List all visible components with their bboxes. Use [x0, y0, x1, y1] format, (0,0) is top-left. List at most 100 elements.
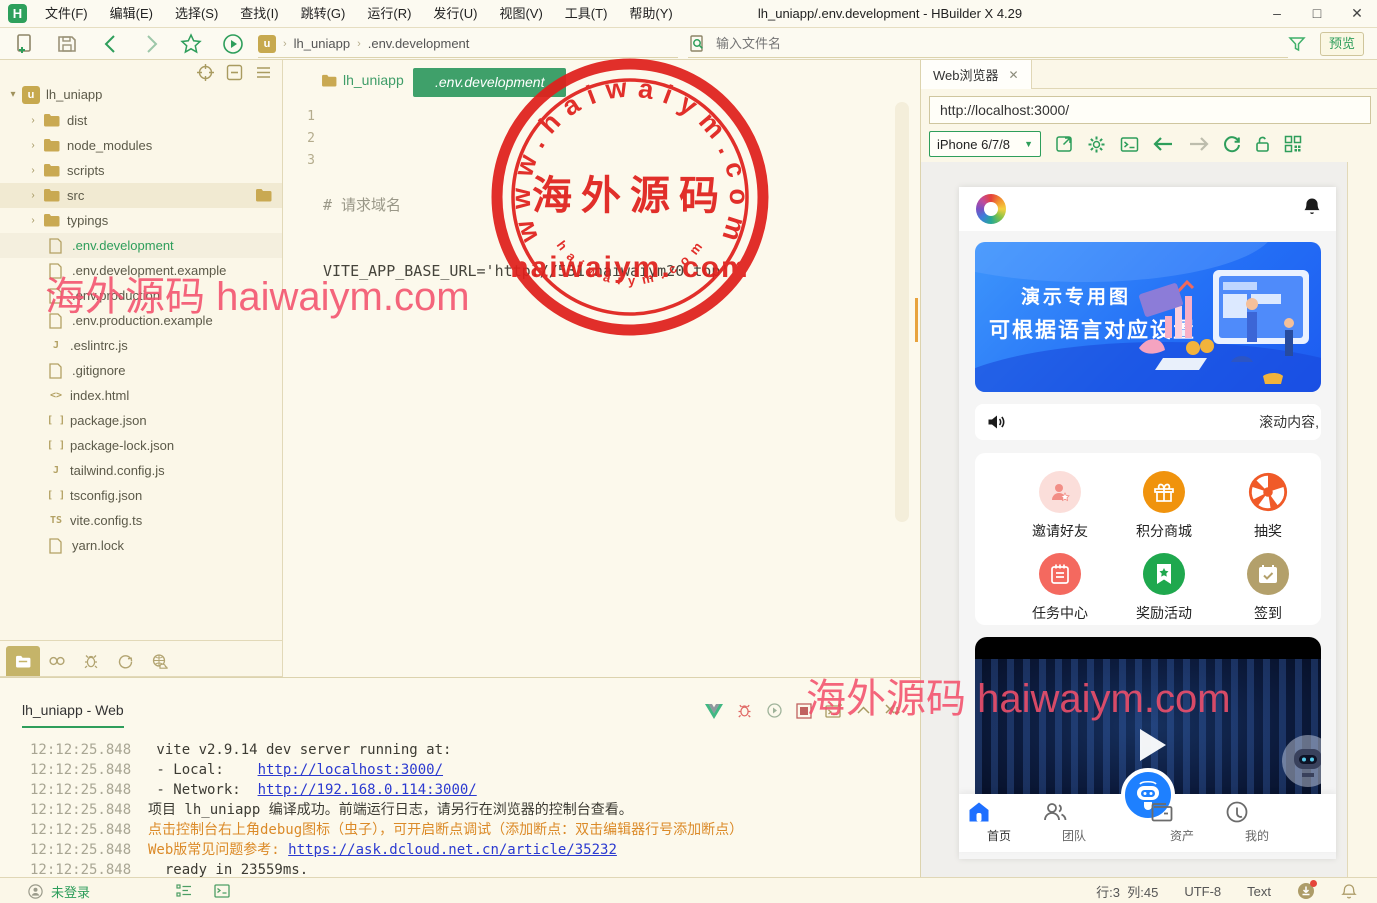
url-input[interactable] — [929, 96, 1371, 124]
notice-bar[interactable]: 滚动内容, — [975, 404, 1321, 440]
locate-file-icon[interactable] — [197, 64, 214, 81]
stop-icon[interactable] — [796, 703, 812, 719]
remote-tab[interactable] — [142, 646, 176, 676]
menu-run[interactable]: 运行(R) — [356, 0, 422, 28]
filetype-indicator[interactable]: Text — [1247, 884, 1271, 899]
maximize-button[interactable]: □ — [1297, 0, 1337, 28]
panel-menu-icon[interactable] — [255, 64, 272, 81]
tree-item-package-lock-json[interactable]: [ ]package-lock.json — [0, 433, 282, 458]
tree-item-tsconfig[interactable]: [ ]tsconfig.json — [0, 483, 282, 508]
app-bell-icon[interactable] — [1303, 197, 1321, 217]
forward-icon[interactable] — [1188, 136, 1209, 152]
vue-devtools-icon[interactable] — [705, 703, 723, 719]
editor-project-label[interactable]: lh_uniapp — [321, 72, 404, 88]
breadcrumb-project[interactable]: lh_uniapp — [294, 36, 350, 51]
update-icon[interactable] — [1297, 882, 1315, 900]
editor-tab-env-development[interactable]: .env.development — [413, 68, 566, 97]
collapse-panel-icon[interactable] — [856, 704, 871, 717]
menu-goto[interactable]: 跳转(G) — [290, 0, 357, 28]
qr-code-icon[interactable] — [1284, 135, 1302, 153]
refresh-icon[interactable] — [1223, 135, 1241, 153]
back-icon[interactable] — [1153, 136, 1174, 152]
tree-item-node_modules[interactable]: ›node_modules — [0, 133, 282, 158]
tab-mine[interactable]: 我的 — [1225, 800, 1289, 844]
filter-icon[interactable] — [1288, 35, 1306, 53]
tree-item-env-development-example[interactable]: .env.development.example — [0, 258, 282, 283]
save-button[interactable] — [56, 33, 78, 55]
login-status[interactable]: 未登录 — [51, 882, 90, 901]
tree-item-env-production[interactable]: .env.production — [0, 283, 282, 308]
grid-item-lottery[interactable]: 抽奖 — [1218, 471, 1318, 541]
minimize-button[interactable]: – — [1257, 0, 1297, 28]
tree-item-gitignore[interactable]: .gitignore — [0, 358, 282, 383]
preview-button[interactable]: 预览 — [1320, 32, 1364, 56]
editor-scrollbar[interactable] — [895, 102, 909, 522]
browser-tab[interactable]: Web浏览器 ✕ — [921, 60, 1032, 89]
terminal-icon[interactable] — [214, 884, 230, 898]
play-icon[interactable] — [1140, 729, 1166, 761]
notifications-bell-icon[interactable] — [1341, 883, 1357, 900]
chevron-down-icon[interactable]: ▾ — [6, 89, 20, 100]
menu-edit[interactable]: 编辑(E) — [99, 0, 164, 28]
tree-item-package-json[interactable]: [ ]package.json — [0, 408, 282, 433]
collapse-all-icon[interactable] — [226, 64, 243, 81]
tree-item-eslintrc[interactable]: J.eslintrc.js — [0, 333, 282, 358]
tree-item-env-production-example[interactable]: .env.production.example — [0, 308, 282, 333]
tab-assets[interactable]: 资产 — [1150, 800, 1214, 844]
search-input[interactable] — [716, 36, 1196, 51]
grid-item-reward-activity[interactable]: 奖励活动 — [1114, 553, 1214, 623]
console-tab[interactable]: lh_uniapp - Web — [22, 702, 124, 728]
cursor-col[interactable]: 列:45 — [1127, 885, 1158, 900]
menu-file[interactable]: 文件(F) — [34, 0, 99, 28]
encoding-indicator[interactable]: UTF-8 — [1184, 884, 1221, 899]
search-tab[interactable] — [40, 646, 74, 676]
debug-tab[interactable] — [74, 646, 108, 676]
tree-item-typings[interactable]: ›typings — [0, 208, 282, 233]
grid-item-points-mall[interactable]: 积分商城 — [1114, 471, 1214, 541]
grid-item-sign-in[interactable]: 签到 — [1218, 553, 1318, 623]
close-button[interactable]: ✕ — [1337, 0, 1377, 28]
app-banner[interactable]: 演示专用图 可根据语言对应设置 — [975, 242, 1321, 392]
local-url-link[interactable]: http://localhost:3000/ — [258, 760, 443, 780]
menu-publish[interactable]: 发行(U) — [422, 0, 488, 28]
grid-item-invite[interactable]: 邀请好友 — [1010, 471, 1110, 541]
navigate-forward-button[interactable] — [140, 33, 162, 55]
tree-item-src[interactable]: ›src — [0, 183, 282, 208]
tree-item-scripts[interactable]: ›scripts — [0, 158, 282, 183]
tree-item-yarn-lock[interactable]: yarn.lock — [0, 533, 282, 558]
refresh-tab[interactable] — [108, 646, 142, 676]
outline-icon[interactable] — [176, 884, 192, 898]
faq-link[interactable]: https://ask.dcloud.net.cn/article/35232 — [288, 840, 617, 860]
new-file-button[interactable] — [14, 33, 36, 55]
menu-select[interactable]: 选择(S) — [164, 0, 229, 28]
navigate-back-button[interactable] — [100, 33, 122, 55]
tree-item-dist[interactable]: ›dist — [0, 108, 282, 133]
close-tab-icon[interactable]: ✕ — [1009, 68, 1019, 82]
tree-root-lh_uniapp[interactable]: ▾ u lh_uniapp — [0, 82, 282, 107]
code-content[interactable]: # 请求域名 VITE_APP_BASE_URL='http://531.hai… — [323, 106, 729, 326]
network-url-link[interactable]: http://192.168.0.114:3000/ — [258, 780, 477, 800]
bookmark-star-button[interactable] — [180, 33, 202, 55]
run-button[interactable] — [222, 33, 244, 55]
tree-item-index-html[interactable]: <>index.html — [0, 383, 282, 408]
clear-console-icon[interactable] — [884, 703, 902, 718]
open-external-icon[interactable] — [1055, 135, 1073, 153]
breadcrumb-file[interactable]: .env.development — [368, 36, 470, 51]
grid-item-task-center[interactable]: 任务中心 — [1010, 553, 1110, 623]
cursor-line[interactable]: 行:3 — [1096, 885, 1120, 900]
debug-bug-icon[interactable] — [736, 702, 753, 719]
restart-icon[interactable] — [766, 702, 783, 719]
settings-gear-icon[interactable] — [1087, 135, 1106, 154]
tree-item-vite-config[interactable]: TSvite.config.ts — [0, 508, 282, 533]
chevron-right-icon[interactable]: › — [26, 115, 40, 126]
open-terminal-icon[interactable] — [825, 703, 843, 719]
tab-team[interactable]: 团队 — [1042, 800, 1106, 844]
console-window-icon[interactable] — [1120, 136, 1139, 153]
device-select[interactable]: iPhone 6/7/8▼ — [929, 131, 1041, 157]
tab-home[interactable]: 首页 — [967, 800, 1031, 844]
tree-item-tailwind-config[interactable]: Jtailwind.config.js — [0, 458, 282, 483]
menu-find[interactable]: 查找(I) — [229, 0, 289, 28]
lock-icon[interactable] — [1255, 135, 1270, 153]
tree-item-env-development[interactable]: .env.development — [0, 233, 282, 258]
menu-view[interactable]: 视图(V) — [488, 0, 553, 28]
